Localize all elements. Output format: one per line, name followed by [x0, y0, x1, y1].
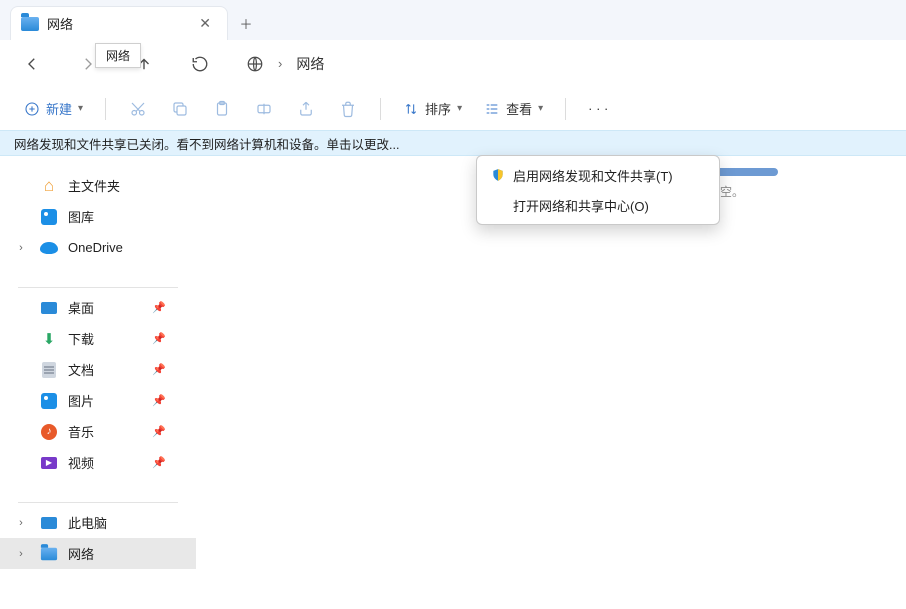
tab-strip: 网络 ✕ 网络 ＋ — [0, 0, 906, 40]
pin-icon: 📌 — [152, 332, 166, 345]
network-folder-icon — [21, 17, 39, 31]
separator — [565, 98, 566, 120]
share-button[interactable] — [296, 100, 316, 118]
copy-button[interactable] — [170, 100, 190, 118]
sidebar-item-label: 桌面 — [68, 298, 94, 317]
paste-button[interactable] — [212, 100, 232, 118]
sidebar-item-thispc[interactable]: › 此电脑 — [0, 507, 196, 538]
pictures-icon — [41, 393, 57, 409]
pin-icon: 📌 — [152, 425, 166, 438]
separator — [105, 98, 106, 120]
command-toolbar: 新建 ▾ 排序 ▾ 查看 ▾ · · · — [0, 88, 906, 130]
separator — [18, 287, 178, 288]
chevron-down-icon: ▾ — [78, 103, 83, 114]
view-button[interactable]: 查看 ▾ — [484, 99, 543, 118]
sidebar-item-label: OneDrive — [68, 240, 123, 255]
breadcrumb[interactable]: › 网络 — [246, 54, 324, 74]
sidebar-item-label: 视频 — [68, 453, 94, 472]
tab-title: 网络 — [47, 14, 73, 33]
video-icon: ▶ — [41, 457, 57, 469]
new-button[interactable]: 新建 ▾ — [24, 99, 83, 118]
chevron-right-icon: › — [278, 56, 282, 71]
menu-item-enable-discovery[interactable]: 启用网络发现和文件共享(T) — [477, 160, 719, 190]
new-button-label: 新建 — [46, 99, 72, 118]
sidebar-item-label: 文档 — [68, 360, 94, 379]
desktop-icon — [41, 302, 57, 314]
sidebar-item-documents[interactable]: 文档 📌 — [0, 354, 196, 385]
sort-button-label: 排序 — [425, 99, 451, 118]
sidebar-item-label: 网络 — [68, 544, 94, 563]
delete-button[interactable] — [338, 100, 358, 118]
new-tab-button[interactable]: ＋ — [228, 6, 264, 40]
pc-icon — [41, 517, 57, 529]
separator — [380, 98, 381, 120]
onedrive-icon — [40, 242, 58, 254]
pin-icon: 📌 — [152, 363, 166, 376]
shield-icon — [491, 168, 505, 182]
view-button-label: 查看 — [506, 99, 532, 118]
sidebar-item-pictures[interactable]: 图片 📌 — [0, 385, 196, 416]
gallery-icon — [41, 209, 57, 225]
pin-icon: 📌 — [152, 394, 166, 407]
chevron-down-icon: ▾ — [457, 103, 462, 114]
sidebar-item-label: 下载 — [68, 329, 94, 348]
banner-text: 网络发现和文件共享已关闭。看不到网络计算机和设备。单击以更改... — [14, 134, 399, 153]
breadcrumb-location: 网络 — [296, 54, 324, 74]
sidebar-item-network[interactable]: › 网络 — [0, 538, 196, 569]
chevron-down-icon: ▾ — [538, 103, 543, 114]
expand-icon[interactable]: › — [14, 517, 28, 529]
sort-button[interactable]: 排序 ▾ — [403, 99, 462, 118]
tab-network[interactable]: 网络 ✕ 网络 — [10, 6, 228, 40]
document-icon — [42, 362, 56, 378]
expand-icon[interactable]: › — [14, 242, 28, 254]
pin-icon: 📌 — [152, 301, 166, 314]
context-menu: 启用网络发现和文件共享(T) 打开网络和共享中心(O) — [476, 155, 720, 225]
more-button[interactable]: · · · — [588, 101, 608, 116]
sidebar-item-label: 音乐 — [68, 422, 94, 441]
separator — [18, 502, 178, 503]
home-icon — [40, 177, 58, 195]
sidebar-item-videos[interactable]: ▶ 视频 📌 — [0, 447, 196, 478]
sidebar-item-home[interactable]: 主文件夹 — [0, 170, 196, 201]
navigation-pane: 主文件夹 图库 › OneDrive 桌面 📌 ⬇ 下载 📌 文档 📌 — [0, 156, 196, 609]
sidebar-item-label: 此电脑 — [68, 513, 107, 532]
empty-folder-hint: 空。 — [720, 183, 744, 200]
download-icon: ⬇ — [40, 330, 58, 348]
sidebar-item-label: 图库 — [68, 207, 94, 226]
sidebar-item-music[interactable]: ♪ 音乐 📌 — [0, 416, 196, 447]
network-icon — [41, 547, 57, 560]
menu-item-open-sharing-center[interactable]: 打开网络和共享中心(O) — [477, 190, 719, 220]
menu-item-label: 打开网络和共享中心(O) — [513, 196, 649, 215]
sidebar-item-label: 主文件夹 — [68, 176, 120, 195]
sidebar-item-gallery[interactable]: 图库 — [0, 201, 196, 232]
pin-icon: 📌 — [152, 456, 166, 469]
back-button[interactable] — [22, 54, 42, 74]
tab-tooltip: 网络 — [95, 43, 141, 68]
network-discovery-banner[interactable]: 网络发现和文件共享已关闭。看不到网络计算机和设备。单击以更改... — [0, 130, 906, 156]
sidebar-item-onedrive[interactable]: › OneDrive — [0, 232, 196, 263]
tab-close-button[interactable]: ✕ — [193, 13, 217, 34]
globe-icon — [246, 55, 264, 73]
expand-icon[interactable]: › — [14, 548, 28, 560]
cut-button[interactable] — [128, 100, 148, 118]
refresh-button[interactable] — [190, 54, 210, 74]
sidebar-item-downloads[interactable]: ⬇ 下载 📌 — [0, 323, 196, 354]
sidebar-item-desktop[interactable]: 桌面 📌 — [0, 292, 196, 323]
menu-item-label: 启用网络发现和文件共享(T) — [513, 166, 673, 185]
music-icon: ♪ — [41, 424, 57, 440]
rename-button[interactable] — [254, 100, 274, 118]
sidebar-item-label: 图片 — [68, 391, 94, 410]
